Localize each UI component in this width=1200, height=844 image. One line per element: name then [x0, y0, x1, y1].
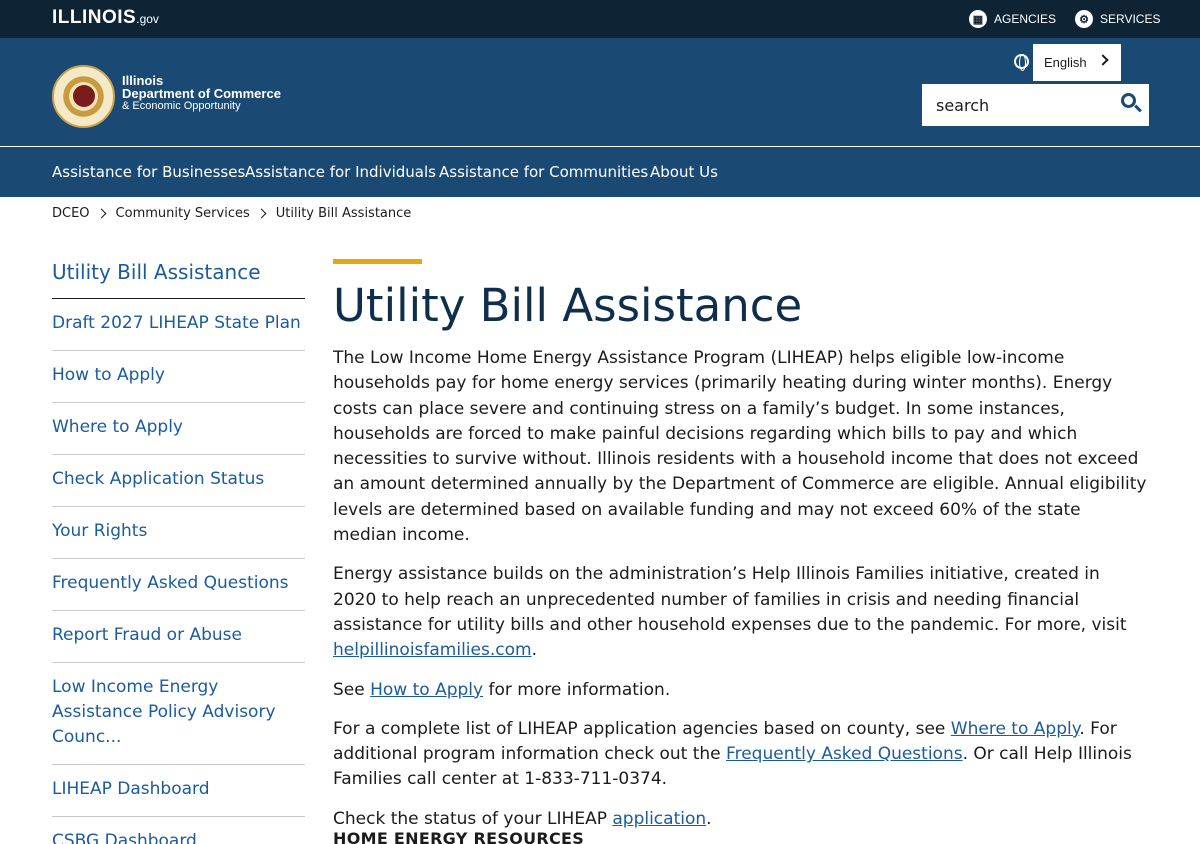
- sidebar-item-check-status[interactable]: Check Application Status: [52, 455, 305, 507]
- search-input[interactable]: [922, 84, 1112, 126]
- help-families-paragraph: Energy assistance builds on the administ…: [333, 562, 1148, 663]
- globe-icon: [1014, 54, 1029, 71]
- intro-paragraph: The Low Income Home Energy Assistance Pr…: [333, 348, 1147, 546]
- dept-line-2: Department of Commerce: [122, 86, 281, 101]
- title-accent-bar: [333, 259, 422, 264]
- breadcrumb-dceo[interactable]: DCEO: [52, 206, 90, 221]
- services-link[interactable]: ⚙ SERVICES: [1075, 10, 1160, 28]
- faq-link[interactable]: Frequently Asked Questions: [726, 744, 963, 764]
- where-to-apply-link[interactable]: Where to Apply: [951, 719, 1080, 739]
- p5-pre: Check the status of your LIHEAP: [333, 808, 613, 829]
- chevron-right-icon: [96, 208, 106, 219]
- sidebar-item-your-rights[interactable]: Your Rights: [52, 507, 305, 559]
- p3-post: for more information.: [483, 679, 671, 700]
- nav-assistance-businesses[interactable]: Assistance for Businesses: [52, 163, 245, 181]
- building-icon: ▦: [969, 10, 987, 28]
- page-title: Utility Bill Assistance: [333, 279, 803, 332]
- nav-assistance-communities[interactable]: Assistance for Communities: [439, 163, 648, 181]
- top-utility-bar: ILLINOIS.gov ▦ AGENCIES ⚙ SERVICES: [0, 0, 1200, 38]
- agencies-link[interactable]: ▦ AGENCIES: [969, 10, 1056, 28]
- agencies-paragraph: For a complete list of LIHEAP applicatio…: [333, 717, 1148, 793]
- services-label: SERVICES: [1100, 12, 1161, 26]
- nav-about-us[interactable]: About Us: [650, 163, 718, 181]
- chevron-right-icon: [256, 208, 267, 219]
- department-logo-text[interactable]: Illinois Department of Commerce & Econom…: [122, 74, 281, 113]
- p4-pre: For a complete list of LIHEAP applicatio…: [333, 718, 951, 739]
- logo-gov: .gov: [136, 12, 159, 26]
- sidebar-title[interactable]: Utility Bill Assistance: [52, 254, 305, 299]
- p2-end: .: [531, 640, 537, 661]
- sidebar-item-faq[interactable]: Frequently Asked Questions: [52, 559, 305, 611]
- main-nav: Assistance for Businesses Assistance for…: [0, 147, 1200, 197]
- illinois-gov-logo[interactable]: ILLINOIS.gov: [52, 7, 159, 29]
- state-seal-icon[interactable]: [52, 65, 115, 128]
- site-header: Illinois Department of Commerce & Econom…: [0, 38, 1200, 146]
- language-selector[interactable]: English: [1033, 44, 1121, 81]
- home-energy-resources-heading: HOME ENERGY RESOURCES: [333, 829, 585, 844]
- gears-icon: ⚙: [1075, 10, 1093, 28]
- sidebar-item-report-fraud[interactable]: Report Fraud or Abuse: [52, 611, 305, 663]
- nav-assistance-individuals[interactable]: Assistance for Individuals: [245, 163, 436, 181]
- how-to-apply-paragraph: See How to Apply for more information.: [333, 678, 1148, 703]
- sidebar-item-where-to-apply[interactable]: Where to Apply: [52, 403, 305, 455]
- chevron-right-icon: [1097, 54, 1109, 66]
- sidebar-item-csbg-dashboard[interactable]: CSBG Dashboard: [52, 817, 305, 844]
- sidebar-item-how-to-apply[interactable]: How to Apply: [52, 351, 305, 403]
- p2-text: Energy assistance builds on the administ…: [333, 564, 1127, 635]
- search-icon[interactable]: [1121, 93, 1136, 108]
- sidebar-item-draft-state-plan[interactable]: Draft 2027 LIHEAP State Plan: [52, 299, 305, 351]
- help-illinois-families-link[interactable]: helpillinoisfamilies.com: [333, 640, 532, 660]
- p3-pre: See: [333, 679, 371, 700]
- application-link[interactable]: application: [612, 809, 706, 829]
- sidebar-item-policy-council[interactable]: Low Income Energy Assistance Policy Advi…: [52, 663, 305, 765]
- breadcrumb-community-services[interactable]: Community Services: [116, 206, 250, 221]
- sidebar-nav: Utility Bill Assistance Draft 2027 LIHEA…: [52, 254, 305, 844]
- dept-line-3: & Economic Opportunity: [122, 100, 241, 112]
- language-label: English: [1044, 55, 1087, 70]
- main-content: Utility Bill Assistance The Low Income H…: [333, 259, 1148, 832]
- breadcrumb: DCEO Community Services Utility Bill Ass…: [52, 206, 411, 221]
- sidebar-item-liheap-dashboard[interactable]: LIHEAP Dashboard: [52, 765, 305, 817]
- breadcrumb-current: Utility Bill Assistance: [275, 206, 412, 221]
- p5-post: .: [706, 808, 712, 829]
- search-box: [922, 84, 1149, 126]
- how-to-apply-link[interactable]: How to Apply: [370, 680, 483, 700]
- logo-main: ILLINOIS: [52, 7, 137, 28]
- agencies-label: AGENCIES: [994, 12, 1057, 26]
